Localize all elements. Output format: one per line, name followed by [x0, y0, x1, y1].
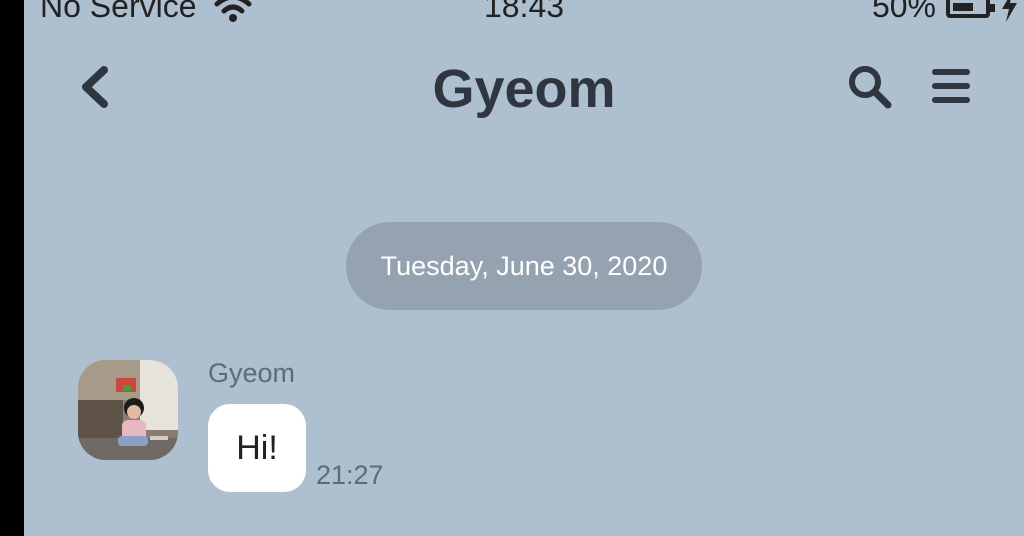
status-battery: 50% [872, 0, 1018, 25]
menu-icon [932, 69, 970, 103]
date-separator: Tuesday, June 30, 2020 [346, 222, 702, 310]
avatar[interactable] [78, 360, 178, 460]
search-button[interactable] [846, 64, 896, 110]
message-sender: Gyeom [208, 358, 296, 388]
menu-button[interactable] [930, 66, 972, 106]
message-bubble[interactable]: Hi! [208, 404, 306, 492]
search-icon [849, 66, 892, 109]
charging-bolt-icon [1002, 0, 1017, 22]
battery-icon [946, 0, 995, 18]
message-time: 21:27 [316, 460, 384, 490]
chat-screen: No Service 18:43 50% Gyeom Tuesday, June… [24, 0, 1024, 536]
avatar-photo [78, 360, 178, 460]
battery-percent: 50% [871, 0, 936, 24]
